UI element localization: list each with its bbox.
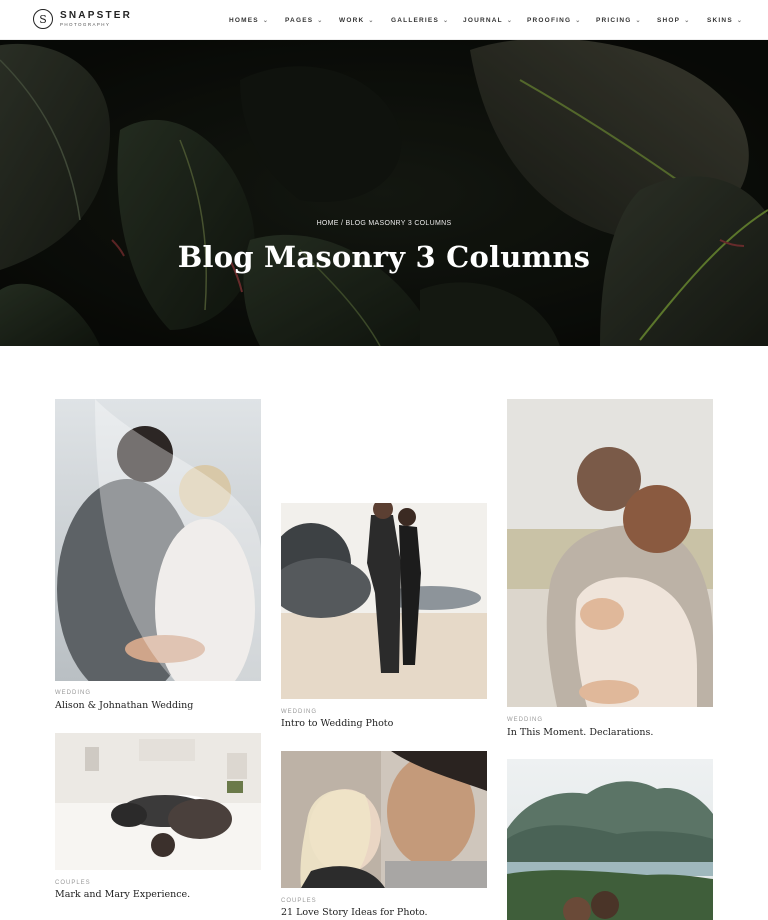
post-image-couple-bed xyxy=(55,733,261,870)
nav-label: PROOFING xyxy=(527,16,572,24)
logo-mark-icon: S xyxy=(33,9,53,29)
page-hero: HOME / BLOG MASONRY 3 COLUMNS Blog Mason… xyxy=(0,40,768,346)
nav-label: WORK xyxy=(339,16,365,24)
post-image-tropical-island xyxy=(507,759,713,920)
chevron-down-icon: ⌄ xyxy=(736,17,744,24)
brand-tagline: PHOTOGRAPHY xyxy=(60,21,111,27)
page-title: Blog Masonry 3 Columns xyxy=(177,240,591,274)
nav-item-pricing[interactable]: PRICING ⌄ xyxy=(596,17,657,24)
post-title[interactable]: Alison & Johnathan Wedding xyxy=(55,700,193,711)
nav-item-work[interactable]: WORK ⌄ xyxy=(339,17,391,24)
post-image-couple-embrace xyxy=(507,399,713,707)
chevron-down-icon: ⌄ xyxy=(684,17,691,24)
post-thumbnail[interactable] xyxy=(55,399,261,681)
nav-item-homes[interactable]: HOMES ⌄ xyxy=(229,17,285,24)
logo-wordmark: SNAPSTER PHOTOGRAPHY xyxy=(60,9,133,28)
nav-item-skins[interactable]: SKINS ⌄ xyxy=(707,17,747,24)
post-thumbnail[interactable] xyxy=(507,759,713,920)
nav-item-pages[interactable]: PAGES ⌄ xyxy=(285,17,339,24)
post-category[interactable]: WEDDING xyxy=(507,717,543,723)
nav-label: HOMES xyxy=(229,16,259,24)
post-title[interactable]: Intro to Wedding Photo xyxy=(281,718,393,729)
post-category[interactable]: WEDDING xyxy=(55,690,91,696)
post-thumbnail[interactable] xyxy=(281,751,487,888)
nav-label: SKINS xyxy=(707,16,733,24)
site-header: S SNAPSTER PHOTOGRAPHY HOMES ⌄ PAGES ⌄ WOR… xyxy=(0,0,768,40)
nav-item-galleries[interactable]: GALLERIES ⌄ xyxy=(391,17,463,24)
site-logo[interactable]: S SNAPSTER PHOTOGRAPHY xyxy=(33,9,132,29)
main-nav: HOMES ⌄ PAGES ⌄ WORK ⌄ GALLERIES ⌄ JOURNAL ⌄ … xyxy=(229,0,747,40)
post-title[interactable]: Mark and Mary Experience. xyxy=(55,889,190,900)
post-thumbnail[interactable] xyxy=(55,733,261,870)
chevron-down-icon: ⌄ xyxy=(368,17,375,24)
hero-foliage-background xyxy=(0,40,768,346)
nav-item-shop[interactable]: SHOP ⌄ xyxy=(657,17,707,24)
post-thumbnail[interactable] xyxy=(281,503,487,699)
post-title[interactable]: 21 Love Story Ideas for Photo. xyxy=(281,907,428,918)
nav-label: SHOP xyxy=(657,16,681,24)
chevron-down-icon: ⌄ xyxy=(575,17,582,24)
chevron-down-icon: ⌄ xyxy=(317,17,324,24)
post-image-couple-beach xyxy=(281,503,487,699)
post-image-couple-veil xyxy=(55,399,261,681)
nav-label: PAGES xyxy=(285,16,314,24)
chevron-down-icon: ⌄ xyxy=(443,17,450,24)
nav-label: GALLERIES xyxy=(391,16,439,24)
chevron-down-icon: ⌄ xyxy=(506,17,514,24)
nav-label: PRICING xyxy=(596,16,632,24)
post-category[interactable]: COUPLES xyxy=(55,880,91,886)
post-category[interactable]: WEDDING xyxy=(281,709,317,715)
nav-label: JOURNAL xyxy=(463,16,503,24)
post-thumbnail[interactable] xyxy=(507,399,713,707)
chevron-down-icon: ⌄ xyxy=(262,17,270,24)
post-image-couple-kiss xyxy=(281,751,487,888)
breadcrumb[interactable]: HOME / BLOG MASONRY 3 COLUMNS xyxy=(0,220,768,227)
nav-item-journal[interactable]: JOURNAL ⌄ xyxy=(463,17,527,24)
brand-name: SNAPSTER xyxy=(60,9,133,21)
nav-item-proofing[interactable]: PROOFING ⌄ xyxy=(527,17,596,24)
chevron-down-icon: ⌄ xyxy=(635,17,642,24)
post-title[interactable]: In This Moment. Declarations. xyxy=(507,727,653,738)
post-category[interactable]: COUPLES xyxy=(281,898,317,904)
